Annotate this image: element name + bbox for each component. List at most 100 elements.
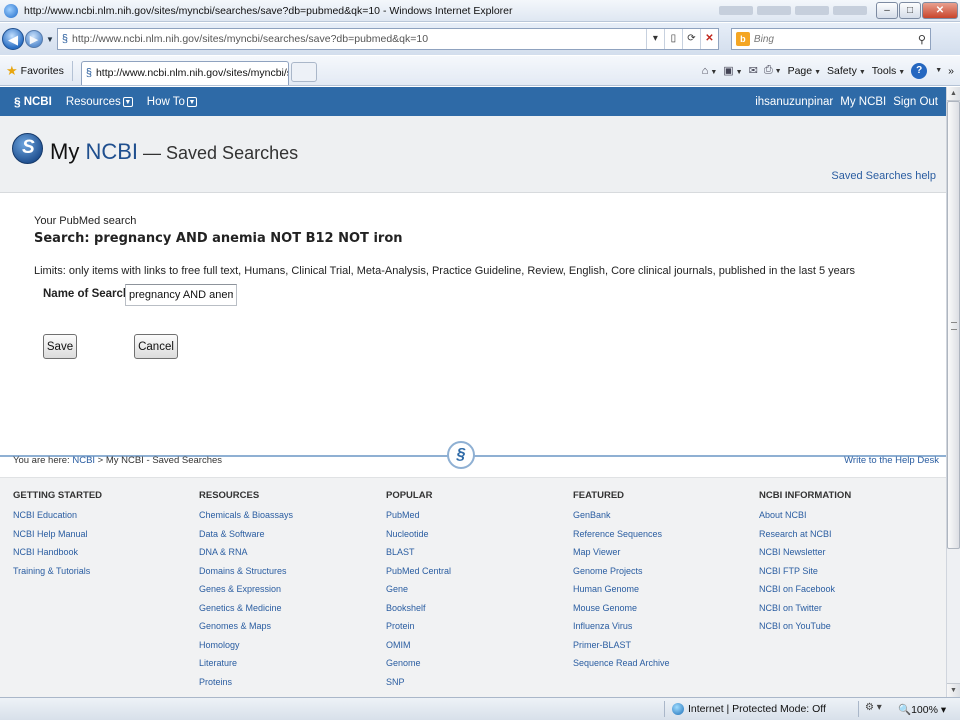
page-icon: § bbox=[61, 33, 69, 45]
cancel-button[interactable]: Cancel bbox=[134, 334, 178, 359]
footer-link[interactable]: Influenza Virus bbox=[573, 617, 670, 636]
tab-title: http://www.ncbi.nlm.nih.gov/sites/myncbi… bbox=[95, 67, 288, 79]
footer-link[interactable]: Proteins bbox=[199, 673, 293, 692]
save-button[interactable]: Save bbox=[43, 334, 77, 359]
stop-icon[interactable]: ✕ bbox=[699, 29, 718, 49]
history-dropdown-icon[interactable]: ▼ bbox=[46, 35, 54, 44]
footer-link[interactable]: Genome bbox=[386, 654, 451, 673]
footer-link[interactable]: NCBI FTP Site bbox=[759, 562, 851, 581]
footer-link[interactable]: Reference Sequences bbox=[573, 525, 670, 544]
footer-link[interactable]: Training & Tutorials bbox=[13, 562, 102, 581]
footer-link[interactable]: NCBI on Facebook bbox=[759, 580, 851, 599]
footer-link[interactable]: NCBI on Twitter bbox=[759, 599, 851, 618]
footer-link[interactable]: Protein bbox=[386, 617, 451, 636]
username-link[interactable]: ihsanuzunpinar bbox=[755, 96, 833, 108]
close-button[interactable]: ✕ bbox=[922, 2, 958, 19]
footer-link[interactable]: Homology bbox=[199, 636, 293, 655]
refresh-icon[interactable]: ⟳ bbox=[681, 29, 700, 49]
address-url[interactable]: http://www.ncbi.nlm.nih.gov/sites/myncbi… bbox=[72, 33, 646, 45]
breadcrumb-trail: You are here: NCBI > My NCBI - Saved Sea… bbox=[13, 455, 223, 466]
footer-link[interactable]: Genome Projects bbox=[573, 562, 670, 581]
resources-menu[interactable]: Resources ▼ bbox=[66, 96, 133, 108]
home-icon[interactable]: ⌂ ▼ bbox=[702, 65, 718, 77]
footer-link[interactable]: Chemicals & Bioassays bbox=[199, 506, 293, 525]
footer-link[interactable]: Literature bbox=[199, 654, 293, 673]
footer-link[interactable]: About NCBI bbox=[759, 506, 851, 525]
footer-link[interactable]: Human Genome bbox=[573, 580, 670, 599]
ncbi-nav-bar: § NCBI Resources ▼ How To ▼ ihsanuzunpin… bbox=[0, 87, 946, 116]
maximize-button[interactable]: □ bbox=[899, 2, 921, 19]
read-mail-icon[interactable]: ✉ bbox=[749, 64, 758, 77]
resources-label: Resources bbox=[65, 95, 121, 108]
zoom-level[interactable]: 🔍100% ▾ bbox=[898, 703, 946, 716]
address-row: ◀ ▶ ▼ § http://www.ncbi.nlm.nih.gov/site… bbox=[0, 23, 960, 55]
saved-searches-help-link[interactable]: Saved Searches help bbox=[831, 170, 936, 182]
footer-link[interactable]: DNA & RNA bbox=[199, 543, 293, 562]
footer-link[interactable]: Data & Software bbox=[199, 525, 293, 544]
window-controls: – □ ✕ bbox=[875, 2, 958, 19]
footer-link[interactable]: Mouse Genome bbox=[573, 599, 670, 618]
footer-link[interactable]: NCBI Help Manual bbox=[13, 525, 102, 544]
footer-link[interactable]: Genes & Expression bbox=[199, 580, 293, 599]
sign-out-link[interactable]: Sign Out bbox=[893, 96, 938, 108]
favorites-star-icon: ★ bbox=[6, 62, 18, 78]
search-box[interactable]: b Bing ⚲ bbox=[730, 28, 931, 50]
tab-row: ★ Favorites § http://www.ncbi.nlm.nih.go… bbox=[0, 56, 960, 86]
breadcrumb-current: My NCBI - Saved Searches bbox=[105, 455, 223, 466]
footer-link[interactable]: Sequence Read Archive bbox=[573, 654, 670, 673]
favorites-button[interactable]: ★ Favorites bbox=[6, 63, 64, 79]
titlebar-blurred-area bbox=[719, 6, 867, 15]
vertical-scrollbar[interactable]: ▲ ▼ bbox=[946, 87, 960, 697]
compatibility-view-icon[interactable]: ▯ bbox=[663, 29, 682, 49]
safety-menu[interactable]: Safety ▼ bbox=[827, 65, 866, 77]
footer-link[interactable]: Genomes & Maps bbox=[199, 617, 293, 636]
minimize-button[interactable]: – bbox=[876, 2, 898, 19]
scrollbar-thumb[interactable] bbox=[947, 101, 960, 549]
protected-mode-icon[interactable]: ⚙ ▾ bbox=[865, 702, 882, 713]
footer-link[interactable]: NCBI on YouTube bbox=[759, 617, 851, 636]
footer-link[interactable]: NCBI Newsletter bbox=[759, 543, 851, 562]
print-icon[interactable]: ⎙ ▼ bbox=[764, 64, 782, 77]
footer-link[interactable]: Genetics & Medicine bbox=[199, 599, 293, 618]
search-icon[interactable]: ⚲ bbox=[918, 33, 926, 46]
footer-link[interactable]: BLAST bbox=[386, 543, 451, 562]
address-dropdown-icon[interactable]: ▾ bbox=[645, 29, 664, 49]
footer-link[interactable]: Primer-BLAST bbox=[573, 636, 670, 655]
footer-link[interactable]: PubMed Central bbox=[386, 562, 451, 581]
how-to-menu[interactable]: How To ▼ bbox=[147, 96, 197, 108]
tab-active[interactable]: § http://www.ncbi.nlm.nih.gov/sites/mync… bbox=[80, 60, 289, 85]
security-zone[interactable]: Internet | Protected Mode: Off bbox=[688, 703, 826, 715]
footer-column: POPULAR PubMed Nucleotide BLAST PubMed Centr… bbox=[386, 490, 451, 691]
page-menu[interactable]: Page ▼ bbox=[788, 65, 821, 77]
footer-link[interactable]: GenBank bbox=[573, 506, 670, 525]
scroll-up-icon[interactable]: ▲ bbox=[947, 87, 960, 101]
footer-link[interactable]: Domains & Structures bbox=[199, 562, 293, 581]
footer-link[interactable]: NCBI Education bbox=[13, 506, 102, 525]
scroll-down-icon[interactable]: ▼ bbox=[947, 683, 960, 697]
footer-link[interactable]: Research at NCBI bbox=[759, 525, 851, 544]
footer-link[interactable]: Gene bbox=[386, 580, 451, 599]
footer-link[interactable]: NCBI Handbook bbox=[13, 543, 102, 562]
address-bar[interactable]: § http://www.ncbi.nlm.nih.gov/sites/mync… bbox=[56, 28, 719, 50]
ncbi-logo[interactable]: § NCBI bbox=[14, 95, 52, 109]
help-icon[interactable]: ? bbox=[911, 62, 928, 79]
footer-link[interactable]: PubMed bbox=[386, 506, 451, 525]
footer-heading: RESOURCES bbox=[199, 490, 260, 501]
breadcrumb-ncbi-link[interactable]: NCBI bbox=[72, 455, 95, 466]
search-placeholder[interactable]: Bing bbox=[754, 34, 774, 45]
help-desk-link[interactable]: Write to the Help Desk bbox=[844, 455, 939, 466]
back-button[interactable]: ◀ bbox=[2, 28, 24, 50]
footer-link[interactable]: Nucleotide bbox=[386, 525, 451, 544]
footer-link[interactable]: SNP bbox=[386, 673, 451, 692]
my-ncbi-link[interactable]: My NCBI bbox=[840, 96, 886, 108]
forward-button[interactable]: ▶ bbox=[25, 30, 43, 48]
tools-menu[interactable]: Tools ▼ bbox=[872, 65, 905, 77]
feeds-icon[interactable]: ▣ ▼ bbox=[723, 64, 742, 77]
footer-link[interactable]: Bookshelf bbox=[386, 599, 451, 618]
name-of-search-input[interactable] bbox=[125, 284, 237, 306]
dna-icon: § bbox=[14, 94, 21, 109]
footer-link[interactable]: Map Viewer bbox=[573, 543, 670, 562]
more-commands-icon[interactable]: » bbox=[948, 65, 954, 77]
footer-link[interactable]: OMIM bbox=[386, 636, 451, 655]
new-tab-button[interactable] bbox=[290, 61, 317, 82]
